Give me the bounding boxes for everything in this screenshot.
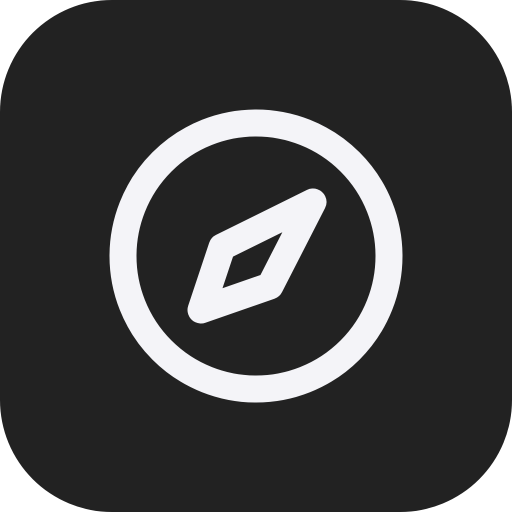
compass-needle <box>187 188 327 324</box>
compass-icon <box>109 109 403 403</box>
compass-ring <box>109 109 403 403</box>
app-icon[interactable] <box>0 0 512 512</box>
